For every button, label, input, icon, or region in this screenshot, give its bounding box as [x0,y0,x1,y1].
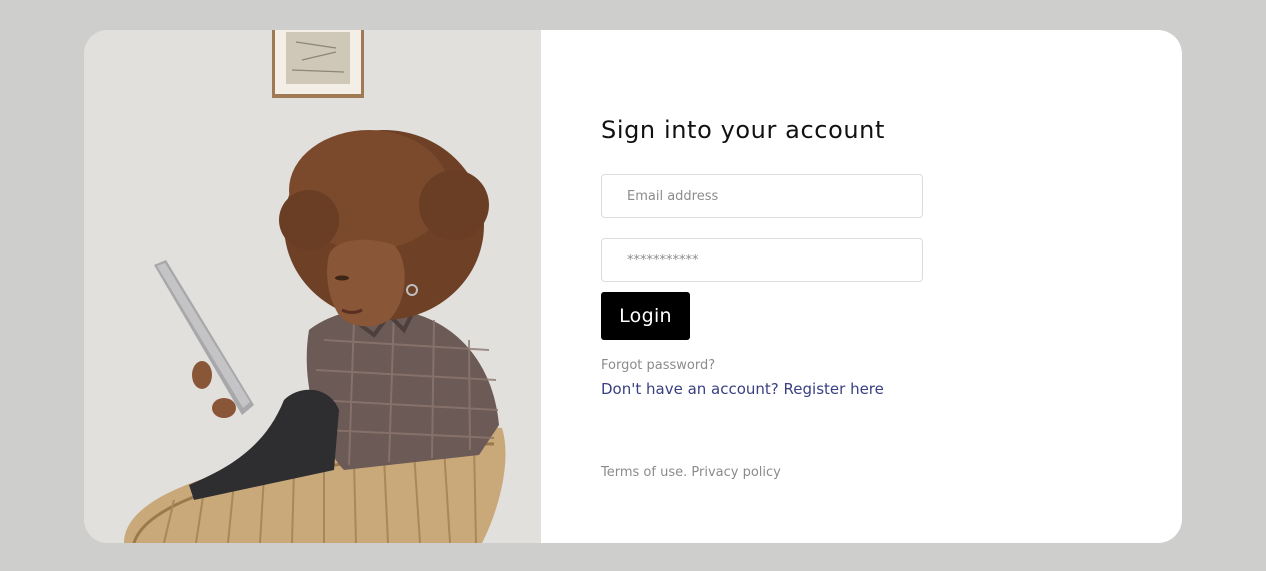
password-field[interactable] [601,238,923,282]
woman-with-tablet-image [84,30,541,543]
login-photo [84,30,541,543]
login-button[interactable]: Login [601,292,690,340]
email-field[interactable] [601,174,923,218]
privacy-policy-link[interactable]: Privacy policy [691,465,780,480]
register-prompt-text: Don't have an account? [601,380,784,398]
forgot-password-link[interactable]: Forgot password? [601,358,715,373]
register-prompt: Don't have an account? Register here [601,380,884,398]
page-title: Sign into your account [601,116,885,144]
footer-links: Terms of use. Privacy policy [601,465,781,480]
login-form: Sign into your account Login Forgot pass… [601,30,1161,543]
login-card: Sign into your account Login Forgot pass… [84,30,1182,543]
register-link[interactable]: Register here [784,380,884,398]
terms-of-use-link[interactable]: Terms of use. [601,465,687,480]
